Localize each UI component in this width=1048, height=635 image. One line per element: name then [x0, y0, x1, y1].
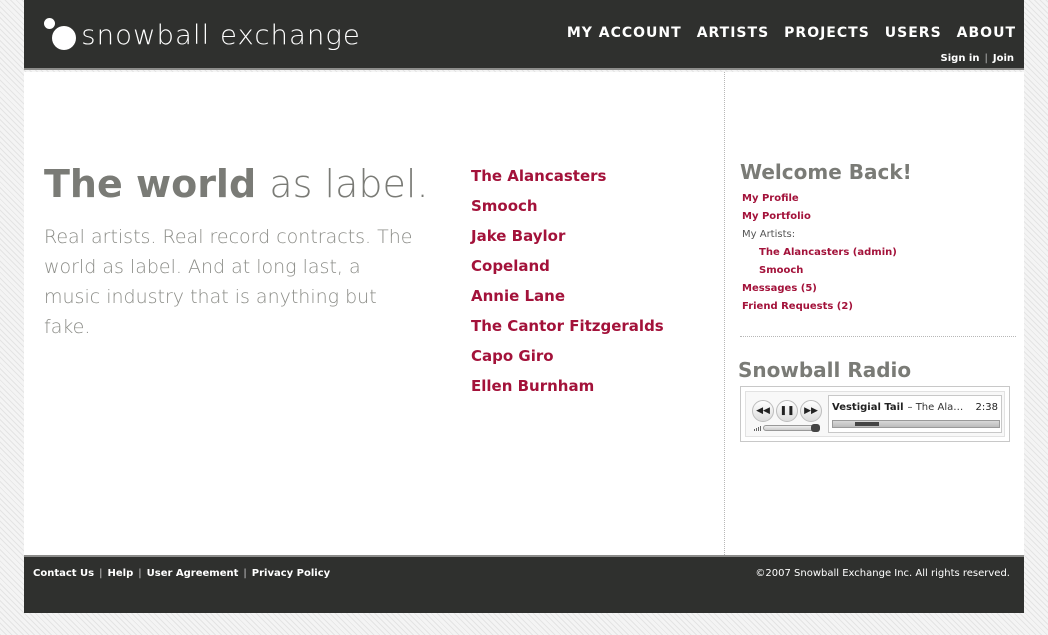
my-profile-link[interactable]: My Profile [742, 193, 799, 204]
footer-links: Contact Us | Help | User Agreement | Pri… [33, 568, 330, 579]
radio-player: ◀◀ ❚❚ ▶▶ Vestigial Tail – The Ala… 2:38 [740, 386, 1010, 442]
artist-link[interactable]: Capo Giro [471, 347, 554, 365]
my-artist-link[interactable]: The Alancasters (admin) [759, 247, 897, 258]
track-time: 2:38 [975, 402, 998, 413]
footer-separator: | [99, 568, 103, 579]
user-agreement-link[interactable]: User Agreement [147, 568, 239, 579]
brand-name: snowball exchange [81, 19, 361, 51]
artist-link[interactable]: The Alancasters [471, 167, 606, 185]
contact-us-link[interactable]: Contact Us [33, 568, 94, 579]
nav-my-account[interactable]: MY ACCOUNT [567, 25, 682, 41]
list-item: The Cantor Fitzgeralds [471, 314, 664, 344]
artist-link[interactable]: Copeland [471, 257, 550, 275]
join-link[interactable]: Join [993, 53, 1014, 64]
artist-link[interactable]: Ellen Burnham [471, 377, 594, 395]
site-header: snowball exchange MY ACCOUNT ARTISTS PRO… [24, 0, 1024, 70]
welcome-heading: Welcome Back! [740, 160, 912, 184]
player-panel: ◀◀ ❚❚ ▶▶ Vestigial Tail – The Ala… 2:38 [745, 391, 1005, 437]
site-footer: Contact Us | Help | User Agreement | Pri… [24, 555, 1024, 613]
volume-knob[interactable] [811, 424, 820, 432]
rewind-icon[interactable]: ◀◀ [752, 400, 774, 422]
hero-title-bold: The world [44, 162, 257, 206]
artist-link[interactable]: The Cantor Fitzgeralds [471, 317, 664, 335]
footer-separator: | [138, 568, 142, 579]
artist-link[interactable]: Annie Lane [471, 287, 565, 305]
footer-separator: | [243, 568, 247, 579]
artist-link[interactable]: Smooch [471, 197, 538, 215]
forward-icon[interactable]: ▶▶ [800, 400, 822, 422]
artist-link[interactable]: Jake Baylor [471, 227, 565, 245]
logo[interactable]: snowball exchange [44, 18, 361, 52]
my-artists-label: My Artists: [742, 229, 796, 240]
column-divider [724, 72, 725, 555]
artist-list: The Alancasters Smooch Jake Baylor Copel… [471, 164, 664, 404]
page: snowball exchange MY ACCOUNT ARTISTS PRO… [24, 0, 1024, 613]
snowball-logo-icon [44, 18, 80, 52]
radio-heading: Snowball Radio [738, 358, 912, 382]
nav-about[interactable]: ABOUT [957, 25, 1016, 41]
nav-users[interactable]: USERS [885, 25, 942, 41]
sidebar-divider [740, 336, 1016, 337]
auth-links: Sign in | Join [941, 53, 1014, 64]
pause-icon[interactable]: ❚❚ [776, 400, 798, 422]
hero-text: Real artists. Real record contracts. The… [44, 226, 413, 338]
main-nav: MY ACCOUNT ARTISTS PROJECTS USERS ABOUT [567, 25, 1016, 41]
my-portfolio-link[interactable]: My Portfolio [742, 211, 811, 222]
main-content: The world as label. Real artists. Real r… [24, 72, 1024, 555]
track-info: Vestigial Tail – The Ala… 2:38 [832, 402, 1000, 413]
player-controls: ◀◀ ❚❚ ▶▶ [752, 400, 822, 422]
list-item: Jake Baylor [471, 224, 664, 254]
list-item: Copeland [471, 254, 664, 284]
progress-handle[interactable] [855, 422, 879, 426]
sign-in-link[interactable]: Sign in [941, 53, 980, 64]
track-artist: – The Ala… [907, 402, 964, 413]
user-menu: My Profile My Portfolio My Artists: The … [742, 190, 1002, 316]
hero-title-light: as label. [269, 162, 429, 206]
hero-title: The world as label. [44, 162, 429, 206]
progress-bar[interactable] [832, 420, 1000, 428]
nav-projects[interactable]: PROJECTS [784, 25, 870, 41]
my-artist-link[interactable]: Smooch [759, 265, 803, 276]
list-item: Ellen Burnham [471, 374, 664, 404]
list-item: Smooch [471, 194, 664, 224]
privacy-policy-link[interactable]: Privacy Policy [252, 568, 330, 579]
track-title: Vestigial Tail [832, 402, 904, 413]
copyright: ©2007 Snowball Exchange Inc. All rights … [755, 568, 1010, 579]
messages-link[interactable]: Messages (5) [742, 283, 817, 294]
list-item: Annie Lane [471, 284, 664, 314]
track-display: Vestigial Tail – The Ala… 2:38 [828, 395, 1002, 433]
auth-separator: | [984, 53, 988, 64]
help-link[interactable]: Help [108, 568, 134, 579]
friend-requests-link[interactable]: Friend Requests (2) [742, 301, 853, 312]
volume-icon [754, 426, 761, 431]
list-item: Capo Giro [471, 344, 664, 374]
list-item: The Alancasters [471, 164, 664, 194]
nav-artists[interactable]: ARTISTS [697, 25, 769, 41]
